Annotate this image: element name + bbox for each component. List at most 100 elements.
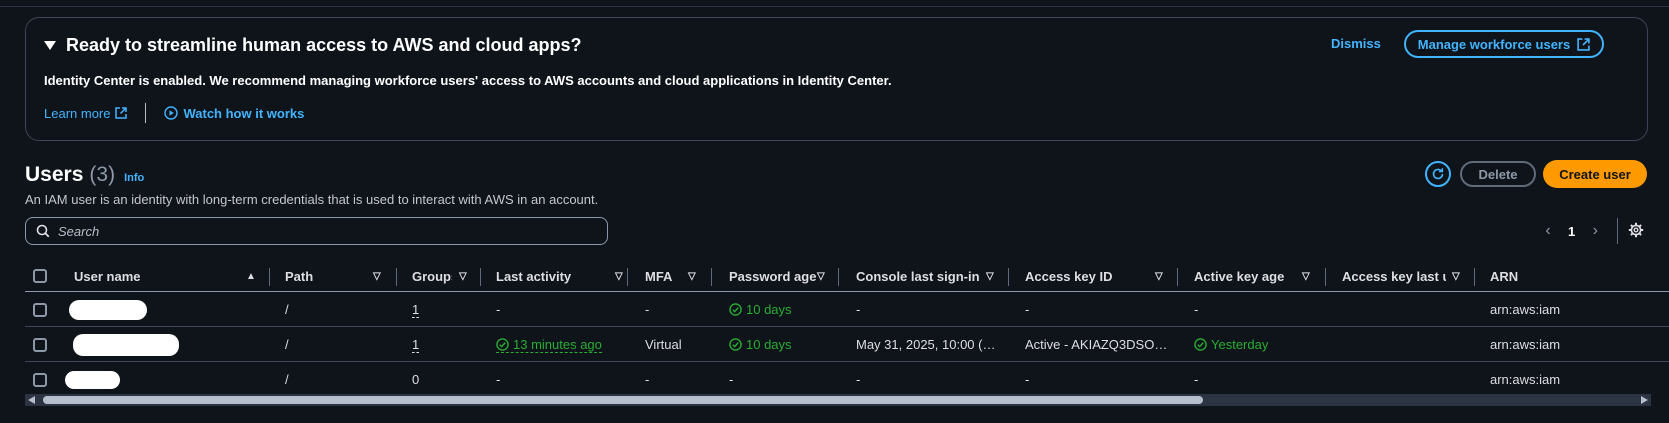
chevron-left-icon[interactable]: ‹ <box>1540 222 1556 240</box>
column-separator[interactable] <box>838 268 839 286</box>
table-row[interactable]: / 1 13 minutes ago Virtual 10 days May 3… <box>25 327 1669 362</box>
row-checkbox[interactable] <box>33 302 47 317</box>
password-age-value: 10 days <box>746 302 792 317</box>
arn-cell: arn:aws:iam <box>1490 302 1561 317</box>
users-description: An IAM user is an identity with long-ter… <box>25 192 599 207</box>
col-last-activity[interactable]: Last activity ▽ <box>496 260 628 292</box>
access-key-cell: Active - AKIAZQ3DSO… <box>1025 337 1168 352</box>
path-cell: / <box>285 337 289 352</box>
table-row[interactable]: / 0 - - - - - - arn:aws:iam <box>25 362 1669 397</box>
mfa-cell: Virtual <box>645 337 682 352</box>
row-checkbox[interactable] <box>33 337 47 352</box>
column-separator[interactable] <box>269 268 270 286</box>
col-access-key-last-used[interactable]: Access key last used ▽ <box>1342 260 1482 292</box>
col-groups[interactable]: Groups ▽ <box>412 260 484 292</box>
search-input[interactable] <box>58 223 598 239</box>
redacted-user-name[interactable] <box>65 370 120 389</box>
learn-more-link[interactable]: Learn more <box>44 105 128 121</box>
external-link-icon <box>1577 37 1590 51</box>
search-box[interactable] <box>25 217 608 245</box>
refresh-button[interactable] <box>1425 161 1451 187</box>
column-separator[interactable] <box>1474 268 1475 286</box>
col-active-key-age-label: Active key age <box>1194 268 1285 284</box>
column-separator[interactable] <box>1177 268 1178 286</box>
check-circle-icon <box>496 337 509 351</box>
mfa-cell: - <box>645 302 650 317</box>
watch-label: Watch how it works <box>183 105 305 121</box>
row-select-cell[interactable] <box>33 362 47 397</box>
col-access-key-label: Access key ID <box>1025 268 1113 284</box>
password-age-status: 10 days <box>729 302 792 317</box>
col-user-name[interactable]: User name ▲ <box>74 260 264 292</box>
col-access-key-id[interactable]: Access key ID ▽ <box>1025 260 1175 292</box>
last-activity-value: 13 minutes ago <box>513 336 602 352</box>
col-password-age[interactable]: Password age ▽ <box>729 260 841 292</box>
col-console-last-sign-in[interactable]: Console last sign-in ▽ <box>856 260 1006 292</box>
access-key-cell: - <box>1025 372 1030 387</box>
column-separator[interactable] <box>1008 268 1009 286</box>
create-user-button[interactable]: Create user <box>1543 160 1647 188</box>
delete-button[interactable]: Delete <box>1460 161 1536 187</box>
col-active-key-age[interactable]: Active key age ▽ <box>1194 260 1312 292</box>
horizontal-scrollbar[interactable] <box>25 394 1651 406</box>
play-circle-icon <box>164 106 179 120</box>
user-name-cell[interactable] <box>65 362 120 397</box>
column-separator[interactable] <box>711 268 712 286</box>
col-arn[interactable]: ARN <box>1490 260 1550 292</box>
info-link[interactable]: Info <box>124 172 144 184</box>
banner-header[interactable]: Ready to streamline human access to AWS … <box>44 35 581 56</box>
last-activity-cell: - <box>496 372 501 387</box>
watch-how-it-works-link[interactable]: Watch how it works <box>164 106 304 121</box>
path-cell: / <box>285 302 289 317</box>
row-checkbox[interactable] <box>33 372 47 387</box>
gear-icon[interactable] <box>1628 222 1644 238</box>
user-name-cell[interactable] <box>69 292 147 327</box>
sort-icon: ▽ <box>1302 270 1310 282</box>
password-age-cell: 10 days <box>729 327 792 362</box>
column-separator[interactable] <box>396 268 397 286</box>
banner-description: Identity Center is enabled. We recommend… <box>44 73 892 88</box>
last-activity-status[interactable]: 13 minutes ago <box>496 337 602 353</box>
dismiss-button[interactable]: Dismiss <box>1331 36 1381 51</box>
chevron-right-icon[interactable]: › <box>1587 222 1603 240</box>
col-mfa-label: MFA <box>645 268 673 284</box>
caret-down-icon[interactable] <box>44 41 56 50</box>
active-key-age-status: Yesterday <box>1194 337 1268 352</box>
sort-icon: ▽ <box>1452 270 1460 282</box>
active-key-age-value: Yesterday <box>1211 337 1269 352</box>
select-all-checkbox[interactable] <box>33 269 47 283</box>
active-key-age-cell: - <box>1194 372 1199 387</box>
sort-icon: ▽ <box>615 270 623 282</box>
access-key-cell: - <box>1025 302 1030 317</box>
user-name-cell[interactable] <box>73 327 179 362</box>
groups-count[interactable]: 1 <box>412 337 420 353</box>
scroll-right-arrow-icon[interactable] <box>1641 396 1648 404</box>
redacted-user-name[interactable] <box>69 299 147 320</box>
sort-icon: ▽ <box>373 270 381 282</box>
column-separator[interactable] <box>480 268 481 286</box>
col-mfa[interactable]: MFA ▽ <box>645 260 725 292</box>
select-all-cell[interactable] <box>33 260 47 292</box>
groups-count[interactable]: 1 <box>412 302 420 318</box>
learn-more-label: Learn more <box>44 105 111 121</box>
row-select-cell[interactable] <box>33 327 47 362</box>
table-row[interactable]: / 1 - - 10 days - - - arn:aws:iam <box>25 292 1669 327</box>
check-circle-icon <box>1194 338 1207 351</box>
redacted-user-name[interactable] <box>73 333 179 356</box>
row-select-cell[interactable] <box>33 292 47 327</box>
console-cell: - <box>856 372 861 387</box>
column-separator[interactable] <box>1325 268 1326 286</box>
manage-workforce-users-button[interactable]: Manage workforce users <box>1404 30 1604 58</box>
column-separator[interactable] <box>627 268 628 286</box>
groups-cell[interactable]: 1 <box>412 327 420 362</box>
groups-cell[interactable]: 1 <box>412 292 420 327</box>
scrollbar-thumb[interactable] <box>43 396 1203 404</box>
users-count: (3) <box>89 163 116 186</box>
page-number[interactable]: 1 <box>1568 224 1575 239</box>
sort-asc-icon: ▲ <box>246 270 256 282</box>
scroll-left-arrow-icon[interactable] <box>28 396 35 404</box>
password-age-value: 10 days <box>746 337 792 352</box>
console-cell: - <box>856 302 861 317</box>
col-path[interactable]: Path ▽ <box>285 260 385 292</box>
banner-title: Ready to streamline human access to AWS … <box>66 35 582 55</box>
